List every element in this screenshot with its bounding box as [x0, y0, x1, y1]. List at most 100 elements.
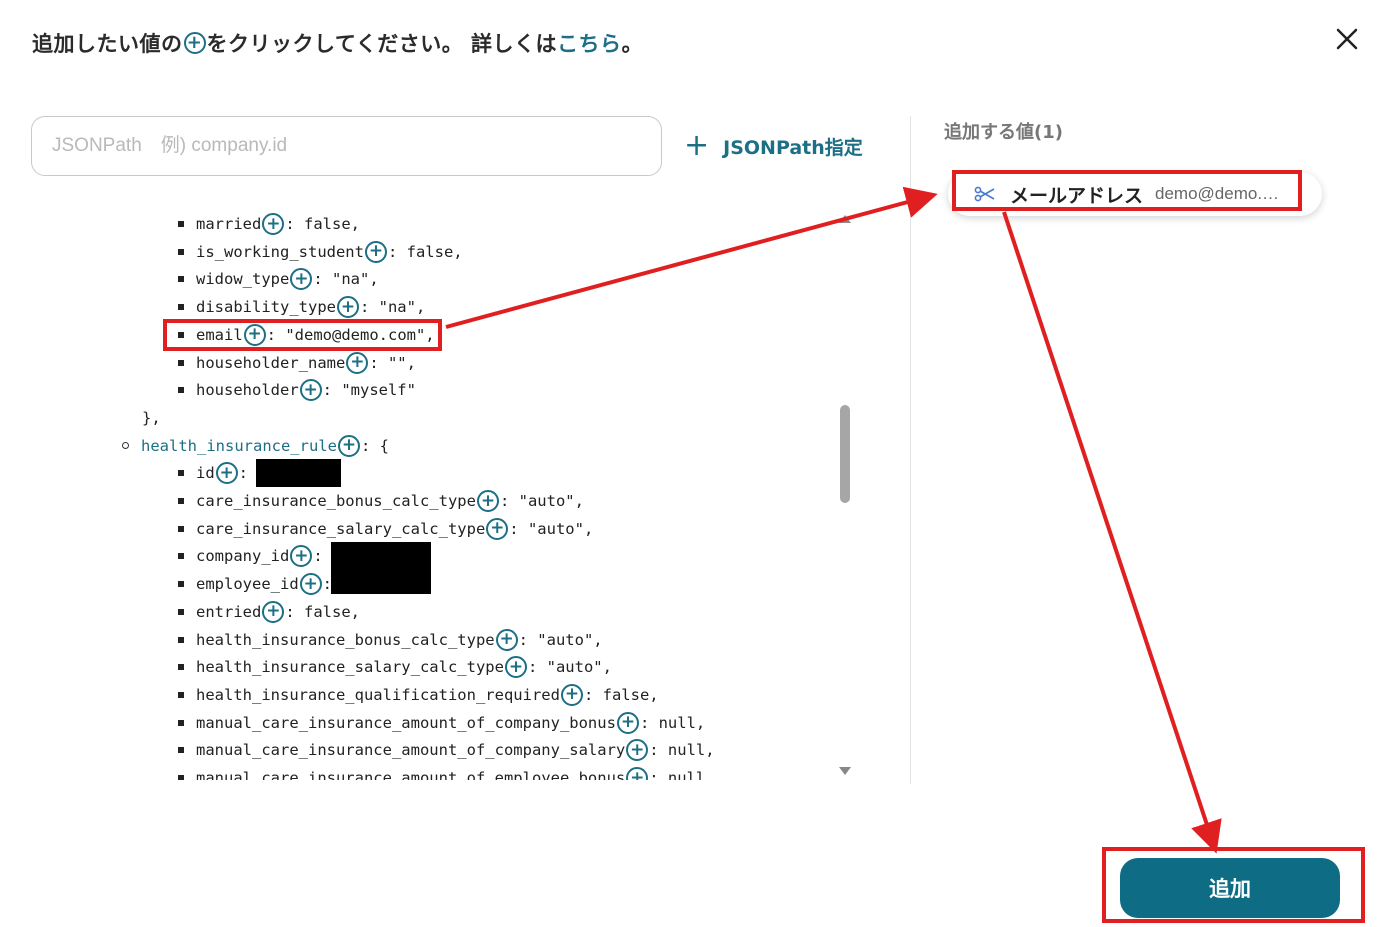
tree-key: company_id [196, 547, 290, 566]
tree-value: : null, [649, 769, 715, 780]
tree-value: : false, [285, 215, 360, 233]
dialog-instruction: 追加したい値の + をクリックしてください。 詳しくは こちら 。 [32, 28, 643, 58]
jsonpath-specify-label: JSONPath指定 [723, 136, 863, 159]
add-value-plus-icon[interactable]: + [262, 600, 285, 623]
tree-row: manual_care_insurance_amount_of_employee… [178, 765, 715, 780]
tree-value: : false, [285, 602, 360, 621]
tree-row: email +: "demo@demo.com", [178, 322, 435, 348]
bullet-icon [178, 525, 184, 532]
add-value-plus-icon[interactable]: + [364, 240, 387, 263]
bullet-icon [178, 775, 184, 780]
add-value-plus-icon[interactable]: + [626, 739, 649, 762]
tree-row: manual_care_insurance_amount_of_company_… [178, 737, 715, 763]
add-value-plus-icon[interactable]: + [262, 213, 285, 235]
tree-key: is_working_student [196, 242, 364, 261]
tree-value: : [322, 575, 332, 594]
add-value-plus-icon[interactable]: + [486, 517, 509, 540]
tree-row: married +: false, [178, 211, 360, 237]
tree-value: : [238, 464, 249, 483]
tree-scrollbar[interactable] [838, 215, 852, 775]
tree-row: disability_type +: "na", [178, 294, 425, 320]
bullet-icon [178, 359, 184, 366]
add-value-plus-icon[interactable]: + [299, 573, 322, 596]
add-value-plus-icon[interactable]: + [346, 351, 369, 374]
plus-circle-icon: + [183, 32, 206, 54]
instruction-text-1: 追加したい値の [32, 32, 183, 56]
tree-key: widow_type [196, 270, 290, 289]
close-icon [1336, 28, 1358, 50]
bullet-icon [178, 331, 184, 338]
tree-brace: }, [142, 408, 161, 427]
scroll-thumb[interactable] [840, 405, 850, 503]
instruction-text-2: をクリックしてください。 詳しくは [206, 32, 558, 56]
circle-bullet-icon [122, 442, 129, 450]
tree-row: company_id +: [178, 542, 431, 595]
add-value-plus-icon[interactable]: + [290, 268, 313, 291]
bullet-icon [178, 691, 184, 698]
tree-key: entried [196, 602, 262, 621]
help-link[interactable]: こちら [557, 28, 622, 58]
tree-key: employee_id [196, 575, 299, 594]
jsonpath-specify-button[interactable]: + JSONPath指定 [684, 130, 863, 162]
bullet-icon [178, 636, 184, 643]
tree-row: health_insurance_bonus_calc_type +: "auto… [178, 627, 603, 653]
tree-value: : null, [639, 713, 706, 732]
add-value-plus-icon[interactable]: + [290, 545, 313, 568]
scroll-up-arrow-icon[interactable] [839, 215, 851, 223]
tree-key: health_insurance_qualification_required [196, 685, 560, 704]
tree-value: : "na", [313, 270, 379, 289]
bullet-icon [178, 719, 184, 726]
bullet-icon [178, 553, 184, 560]
bullet-icon [178, 470, 184, 477]
tree-row: householder_name +: "", [178, 350, 416, 376]
jsonpath-input[interactable] [31, 116, 662, 176]
add-button[interactable]: 追加 [1120, 858, 1340, 918]
tree-value: : "myself" [322, 381, 416, 400]
tree-key: id [196, 464, 215, 483]
bullet-icon [178, 304, 184, 311]
add-value-plus-icon[interactable]: + [504, 656, 527, 679]
tree-key: email [196, 325, 243, 344]
add-value-plus-icon[interactable]: + [616, 711, 639, 734]
tree-row: manual_care_insurance_amount_of_company_… [178, 710, 705, 736]
add-value-plus-icon[interactable]: + [215, 462, 238, 485]
add-value-plus-icon[interactable]: + [495, 628, 518, 651]
tree-key: care_insurance_salary_calc_type [196, 519, 486, 538]
tree-row: health_insurance_rule +: { [122, 433, 389, 459]
tree-value: : "na", [359, 298, 426, 317]
tree-row: health_insurance_qualification_required +… [178, 682, 659, 708]
bullet-icon [178, 387, 184, 394]
add-value-plus-icon[interactable]: + [336, 296, 359, 319]
bullet-icon [178, 664, 184, 671]
tree-row: widow_type +: "na", [178, 266, 379, 292]
tree-key: householder [196, 381, 299, 400]
arrow-chip-to-add [1002, 211, 1222, 854]
tree-key: health_insurance_salary_calc_type [196, 658, 504, 677]
tree-value: : false, [583, 685, 659, 704]
add-value-plus-icon[interactable]: + [243, 323, 266, 346]
tree-value: : "demo@demo.com", [266, 325, 435, 344]
bullet-icon [178, 221, 184, 227]
add-value-plus-icon[interactable]: + [337, 434, 360, 457]
add-value-plus-icon[interactable]: + [299, 379, 322, 402]
tree-value: : "auto", [509, 519, 594, 538]
tree-row: health_insurance_salary_calc_type +: "aut… [178, 654, 612, 680]
bullet-icon [178, 747, 184, 754]
add-value-plus-icon[interactable]: + [626, 767, 649, 780]
scroll-down-arrow-icon[interactable] [839, 767, 851, 775]
tree-key: care_insurance_bonus_calc_type [196, 492, 476, 510]
tree-key: householder_name [196, 353, 346, 372]
json-tree: married +: false, is_working_student +: fal… [110, 208, 830, 780]
tree-key: manual_care_insurance_amount_of_company_… [196, 741, 626, 760]
tree-value: : "auto", [527, 658, 612, 677]
close-button[interactable] [1330, 22, 1364, 56]
added-value-chip[interactable]: メールアドレス demo@demo.… [948, 172, 1322, 216]
tree-row: employee_id +: [178, 571, 332, 597]
tree-value: : "auto", [518, 630, 603, 649]
bullet-icon [178, 248, 184, 255]
add-value-plus-icon[interactable]: + [560, 683, 583, 706]
bullet-icon [178, 581, 184, 588]
tree-row: }, [142, 405, 161, 431]
add-value-plus-icon[interactable]: + [476, 490, 499, 512]
tree-row: entried +: false, [178, 599, 360, 625]
